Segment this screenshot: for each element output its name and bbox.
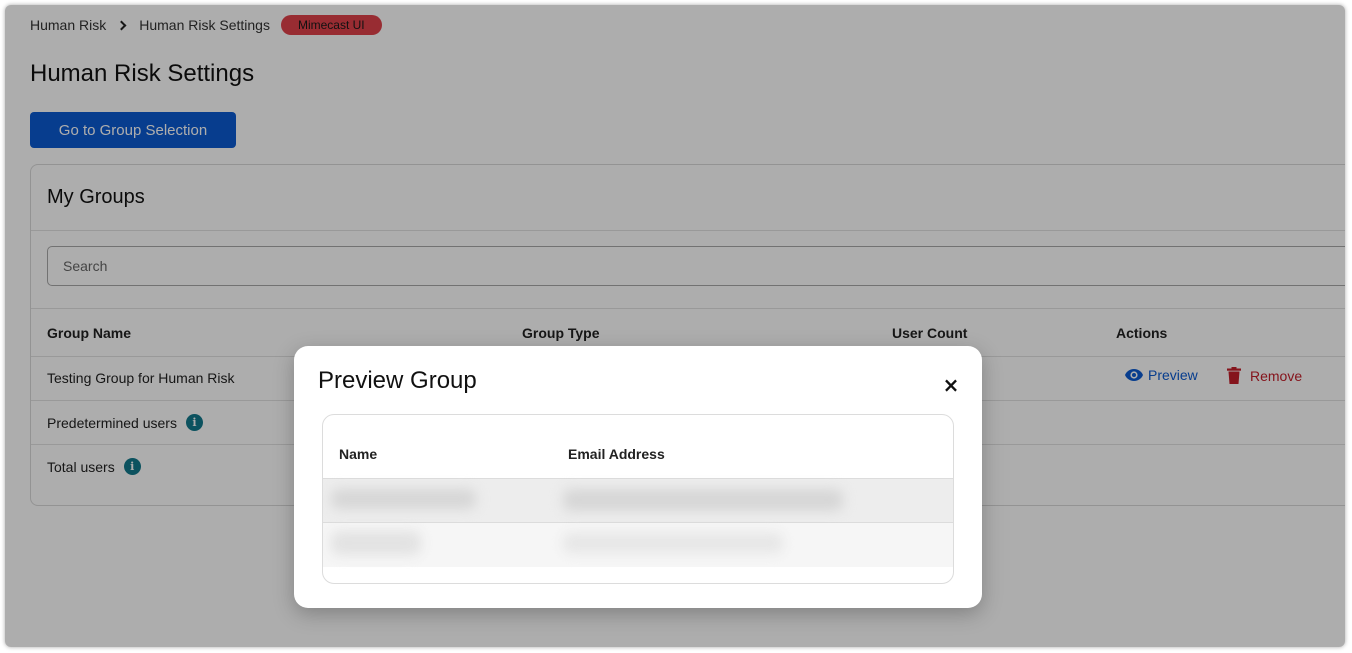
preview-group-modal: Preview Group × Name Email Address bbox=[294, 346, 982, 608]
redacted-email bbox=[563, 533, 783, 553]
group-members-table: Name Email Address bbox=[322, 414, 954, 584]
app-window: Human Risk Human Risk Settings Mimecast … bbox=[5, 5, 1345, 647]
close-icon[interactable]: × bbox=[938, 372, 964, 398]
column-header-email: Email Address bbox=[568, 446, 665, 462]
modal-title: Preview Group bbox=[318, 367, 477, 394]
table-row bbox=[323, 479, 953, 523]
redacted-name bbox=[331, 489, 476, 509]
redacted-email bbox=[563, 489, 843, 511]
redacted-name bbox=[331, 531, 421, 555]
column-header-name: Name bbox=[339, 446, 378, 462]
table-row bbox=[323, 523, 953, 567]
